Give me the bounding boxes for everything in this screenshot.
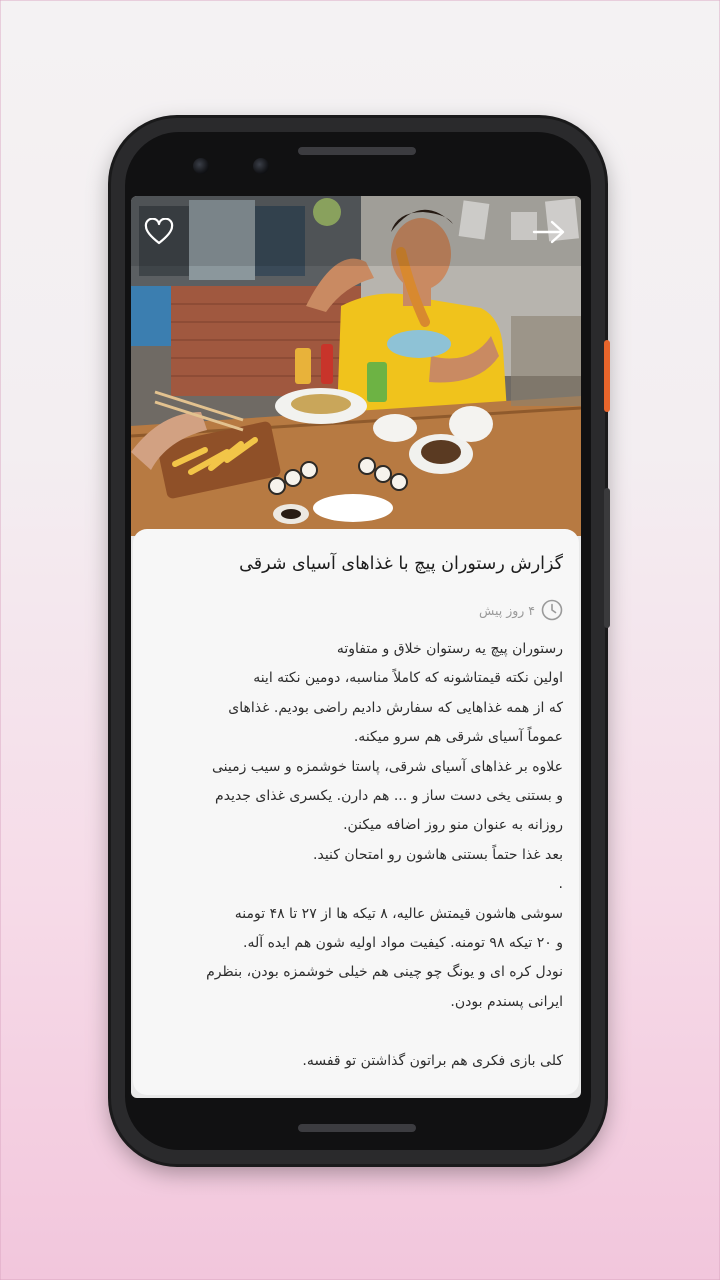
article-line: نودل کره ای و یونگ چو چینی هم خیلی خوشمز… — [206, 964, 563, 981]
article-line: رستوران پیچ یه رستوان خلاق و متفاوته — [336, 641, 563, 657]
power-button — [604, 340, 610, 412]
front-camera-icon — [193, 158, 209, 174]
bottom-speaker — [298, 1124, 416, 1132]
volume-button — [604, 488, 610, 628]
article-hero-image — [131, 196, 581, 536]
earpiece-speaker — [298, 147, 416, 155]
front-sensor-icon — [253, 158, 269, 174]
article-line: علاوه بر غذاهای آسیای شرقی، پاستا خوشمزه… — [211, 758, 563, 775]
article-line: بعد غذا حتماً بستنی هاشون رو امتحان کنید… — [313, 846, 563, 863]
article-line: ایرانی پسندم بودن. — [450, 993, 563, 1010]
arrow-right-icon — [532, 220, 566, 244]
article-line: که از همه غذاهایی که سفارش دادیم راضی بو… — [228, 699, 563, 716]
back-button[interactable] — [531, 214, 567, 250]
article-body: رستوران پیچ یه رستوان خلاق و متفاوته اول… — [149, 635, 563, 1076]
article-line: عموماً آسیای شرقی هم سرو میکنه. — [353, 729, 563, 746]
article-meta: ۴ روز پیش — [149, 599, 563, 621]
article-line: و ۲۰ تیکه ۹۸ تومنه. کیفیت مواد اولیه شون… — [243, 935, 563, 952]
article-title: گزارش رستوران پیچ با غذاهای آسیای شرقی — [239, 554, 563, 574]
app-screen: گزارش رستوران پیچ با غذاهای آسیای شرقی ۴… — [131, 196, 581, 1098]
article-line: و بستنی یخی دست ساز و ... هم دارن. یکسری… — [215, 788, 563, 805]
publish-time: ۴ روز پیش — [479, 602, 535, 618]
heart-outline-icon — [144, 218, 174, 246]
article-line: اولین نکته قیمتاشونه که کاملاً مناسبه، د… — [253, 670, 563, 687]
clock-icon — [541, 599, 563, 621]
article-line: سوشی هاشون قیمتش عالیه، ۸ تیکه ها از ۲۷ … — [234, 905, 563, 922]
article-line: روزانه به عنوان منو روز اضافه میکنن. — [343, 817, 563, 834]
article-blank-line — [149, 1017, 563, 1046]
favorite-button[interactable] — [141, 214, 177, 250]
article-line: . — [558, 876, 563, 893]
article-card: گزارش رستوران پیچ با غذاهای آسیای شرقی ۴… — [133, 529, 579, 1095]
article-line: کلی بازی فکری هم براتون گذاشتن تو قفسه. — [302, 1052, 563, 1069]
